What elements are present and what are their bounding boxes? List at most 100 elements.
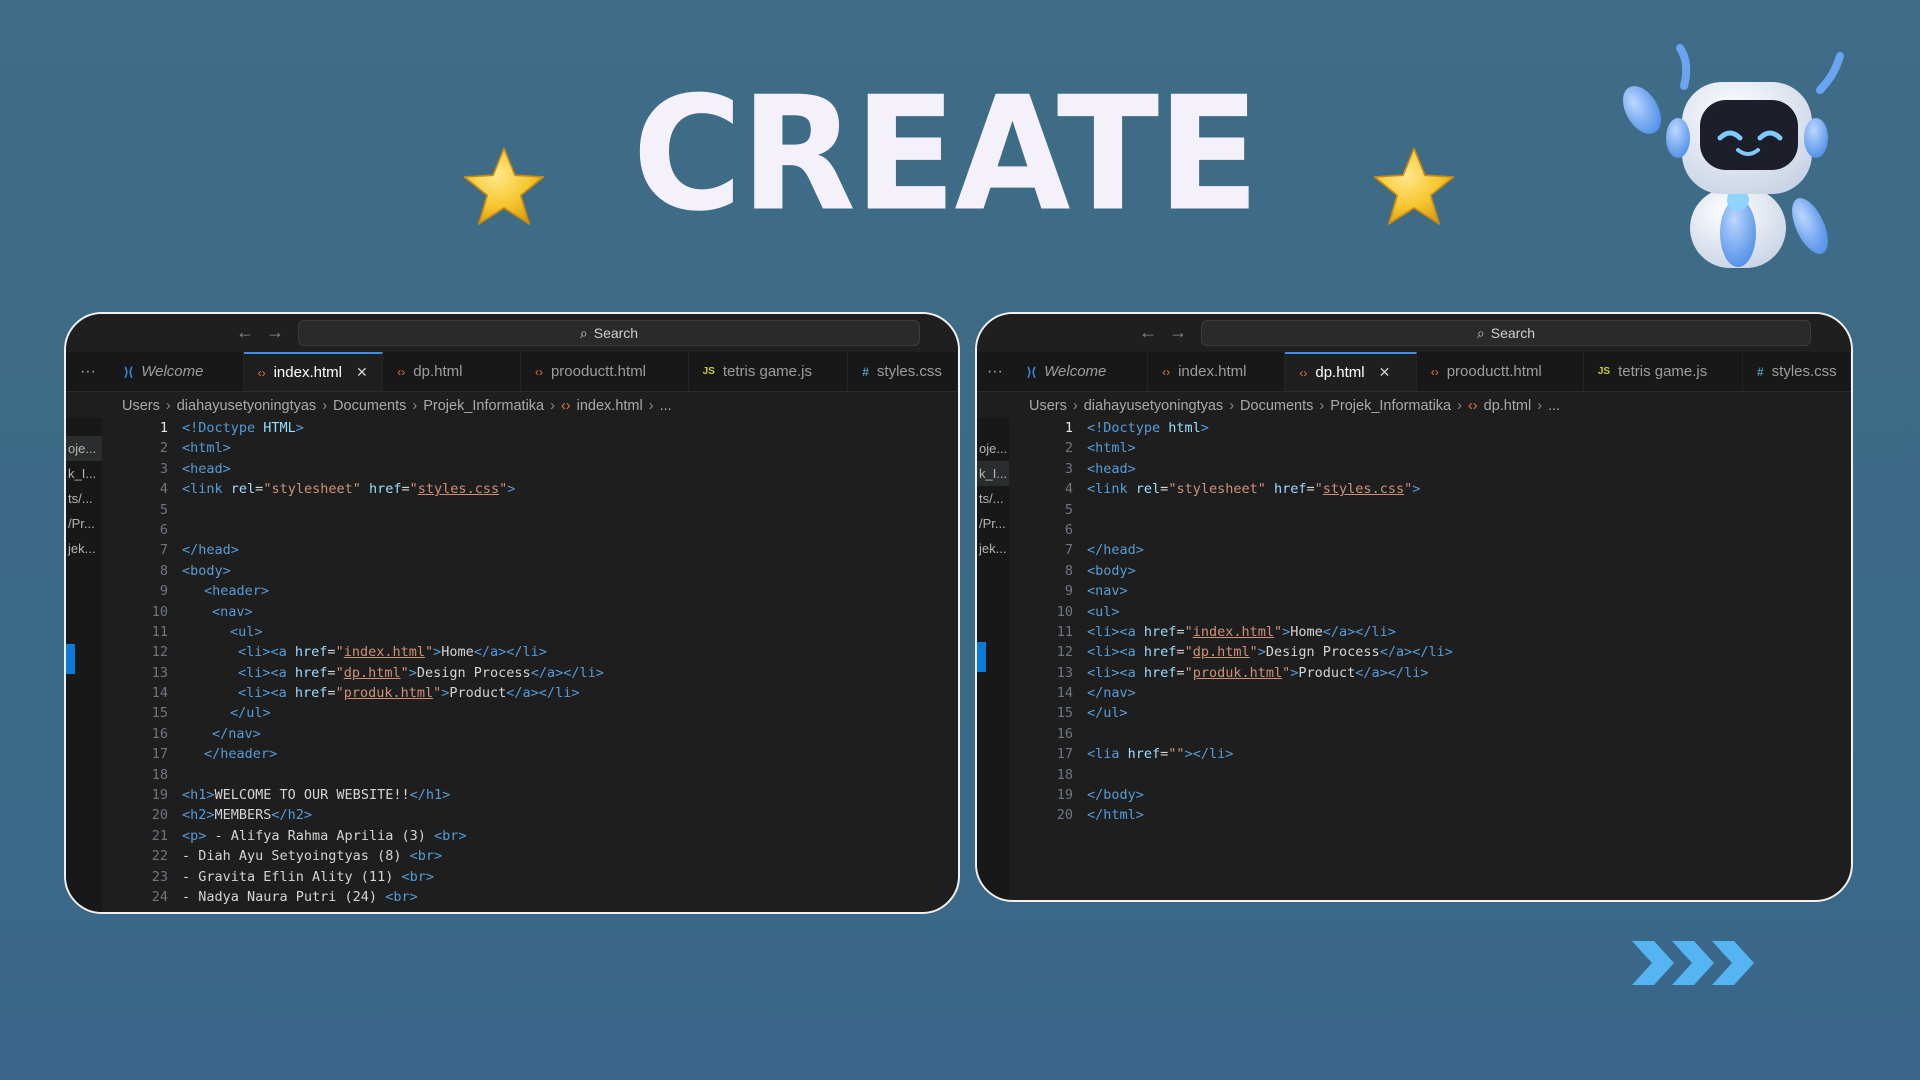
line-number: 10 — [151, 603, 168, 620]
breadcrumb-item[interactable]: index.html — [577, 398, 643, 414]
code-line[interactable]: 8 <body> — [1035, 561, 1851, 581]
breadcrumb-item[interactable]: ... — [660, 398, 672, 414]
breadcrumb-item[interactable]: diahayusetyoningtyas — [177, 398, 316, 414]
tab-styles-css[interactable]: # styles.css — [1743, 352, 1851, 391]
code-line[interactable]: 14 </nav> — [1035, 683, 1851, 703]
tab-tetris-game-js[interactable]: JS tetris game.js — [689, 352, 849, 391]
tab-index-html[interactable]: ‹› index.html — [1148, 352, 1286, 391]
code-line[interactable]: 18 — [1035, 765, 1851, 785]
code-editor[interactable]: 1 <!Doctype HTML> 2 <html> 3 <head> 4 <link rel… — [130, 418, 958, 912]
html-icon: ‹› — [560, 398, 571, 414]
code-line[interactable]: 17 </header> — [130, 744, 958, 764]
code-line[interactable]: 24 - Nadya Naura Putri (24) <br> — [130, 887, 958, 907]
code-line[interactable]: 4 <link rel="stylesheet" href="styles.css… — [1035, 479, 1851, 499]
tab-styles-css[interactable]: # styles.css — [848, 352, 958, 391]
line-number: 7 — [159, 542, 168, 559]
code-line[interactable]: 10 <ul> — [1035, 602, 1851, 622]
code-line[interactable]: 4 <link rel="stylesheet" href="styles.css… — [130, 479, 958, 499]
code-line[interactable]: 19 <h1>WELCOME TO OUR WEBSITE!!</h1> — [130, 785, 958, 805]
code-line[interactable]: 22 - Diah Ayu Setyoingtyas (8) <br> — [130, 846, 958, 866]
code-line[interactable]: 1 <!Doctype html> — [1035, 418, 1851, 438]
code-line[interactable]: 3 <head> — [1035, 459, 1851, 479]
breadcrumb-item[interactable]: Projek_Informatika — [423, 398, 544, 414]
more-icon[interactable]: ··· — [66, 352, 110, 391]
scroll-indicator[interactable] — [977, 642, 986, 672]
close-icon[interactable]: ✕ — [1379, 364, 1391, 381]
tab-dp-html[interactable]: ‹› dp.html ✕ — [1285, 352, 1417, 391]
search-input[interactable]: ⌕ Search — [298, 320, 920, 346]
breadcrumb-item[interactable]: Documents — [1240, 398, 1313, 414]
code-line[interactable]: 17 <lia href=""></li> — [1035, 744, 1851, 764]
code-line[interactable]: 6 — [1035, 520, 1851, 540]
sidebar-item[interactable]: jek... — [66, 536, 102, 561]
close-icon[interactable]: ✕ — [356, 364, 368, 381]
code-line[interactable]: 11 <ul> — [130, 622, 958, 642]
sidebar-item[interactable]: k_I... — [977, 461, 1009, 486]
code-line[interactable]: 3 <head> — [130, 459, 958, 479]
forward-arrow-icon[interactable]: → — [1169, 322, 1187, 342]
code-line[interactable]: 13 <li><a href="dp.html">Design Process</… — [130, 663, 958, 683]
sidebar-item[interactable]: oje... — [977, 436, 1009, 461]
breadcrumb-item[interactable]: dp.html — [1484, 398, 1532, 414]
code-line[interactable]: 5 — [1035, 500, 1851, 520]
code-line[interactable]: 16 </nav> — [130, 724, 958, 744]
tab-tetris-game-js[interactable]: JS tetris game.js — [1584, 352, 1743, 391]
forward-arrow-icon[interactable]: → — [266, 322, 284, 342]
code-line[interactable]: 7 </head> — [1035, 540, 1851, 560]
tab-dp-html[interactable]: ‹› dp.html — [383, 352, 521, 391]
breadcrumb-item[interactable]: Documents — [333, 398, 406, 414]
back-arrow-icon[interactable]: ← — [1139, 322, 1157, 342]
code-line[interactable]: 16 — [1035, 724, 1851, 744]
code-line[interactable]: 19 </body> — [1035, 785, 1851, 805]
tab-prooductt-html[interactable]: ‹› prooductt.html — [1417, 352, 1584, 391]
sidebar-item[interactable]: ts/... — [66, 486, 102, 511]
code-line[interactable]: 2 <html> — [130, 438, 958, 458]
code-line[interactable]: 1 <!Doctype HTML> — [130, 418, 958, 438]
code-line[interactable]: 7 </head> — [130, 540, 958, 560]
code-line[interactable]: 20 </html> — [1035, 805, 1851, 825]
sidebar-item[interactable]: /Pr... — [977, 511, 1009, 536]
code-line[interactable]: 8 <body> — [130, 561, 958, 581]
breadcrumb-item[interactable]: Users — [122, 398, 160, 414]
sidebar-item[interactable]: ts/... — [977, 486, 1009, 511]
code-line[interactable]: 18 — [130, 765, 958, 785]
code-line[interactable]: 23 - Gravita Eflin Ality (11) <br> — [130, 867, 958, 887]
code-line[interactable]: 15 </ul> — [1035, 703, 1851, 723]
tab-welcome[interactable]: ⟩⟨ Welcome — [110, 352, 244, 391]
code-editor[interactable]: 1 <!Doctype html> 2 <html> 3 <head> 4 <link rel… — [1035, 418, 1851, 900]
code-text: <body> — [1087, 562, 1136, 579]
code-text: - Gravita Eflin Ality (11) <br> — [182, 868, 434, 885]
code-line[interactable]: 2 <html> — [1035, 438, 1851, 458]
sidebar-item[interactable]: oje... — [66, 436, 102, 461]
code-line[interactable]: 15 </ul> — [130, 703, 958, 723]
code-line[interactable]: 6 — [130, 520, 958, 540]
code-line[interactable]: 12 <li><a href="dp.html">Design Process</… — [1035, 642, 1851, 662]
code-line[interactable]: 9 <header> — [130, 581, 958, 601]
tab-index-html[interactable]: ‹› index.html ✕ — [243, 352, 384, 391]
sidebar-item[interactable]: k_I... — [66, 461, 102, 486]
breadcrumb-item[interactable]: Projek_Informatika — [1330, 398, 1451, 414]
breadcrumb-item[interactable]: Users — [1029, 398, 1067, 414]
search-input[interactable]: ⌕ Search — [1201, 320, 1811, 346]
code-line[interactable]: 9 <nav> — [1035, 581, 1851, 601]
sidebar-item[interactable]: jek... — [977, 536, 1009, 561]
code-line[interactable]: 10 <nav> — [130, 602, 958, 622]
more-icon[interactable]: ··· — [977, 352, 1013, 391]
code-line[interactable]: 11 <li><a href="index.html">Home</a></li> — [1035, 622, 1851, 642]
code-line[interactable]: 21 <p> - Alifya Rahma Aprilia (3) <br> — [130, 826, 958, 846]
code-line[interactable]: 5 — [130, 500, 958, 520]
code-line[interactable]: 13 <li><a href="produk.html">Product</a><… — [1035, 663, 1851, 683]
line-number: 15 — [151, 705, 168, 722]
tab-prooductt-html[interactable]: ‹› prooductt.html — [521, 352, 689, 391]
breadcrumb-item[interactable]: ... — [1548, 398, 1560, 414]
code-line[interactable]: 14 <li><a href="produk.html">Product</a><… — [130, 683, 958, 703]
breadcrumb-item[interactable]: diahayusetyoningtyas — [1084, 398, 1223, 414]
tab-welcome[interactable]: ⟩⟨ Welcome — [1013, 352, 1149, 391]
scroll-indicator[interactable] — [66, 644, 75, 674]
sidebar-item[interactable]: /Pr... — [66, 511, 102, 536]
code-line[interactable]: 12 <li><a href="index.html">Home</a></li> — [130, 642, 958, 662]
back-arrow-icon[interactable]: ← — [236, 322, 254, 342]
nav-arrows: ← → — [236, 322, 296, 343]
code-line[interactable]: 20 <h2>MEMBERS</h2> — [130, 805, 958, 825]
code-text: <link rel="stylesheet" href="styles.css"… — [182, 481, 516, 498]
